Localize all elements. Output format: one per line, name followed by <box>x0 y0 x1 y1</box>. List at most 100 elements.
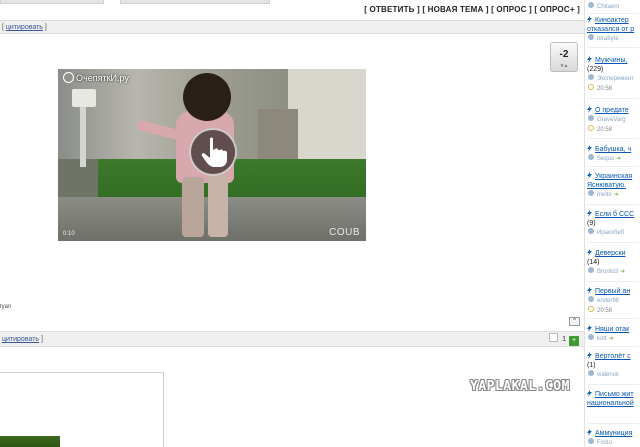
sidebar-item-title-line2[interactable]: отказался от р <box>587 26 634 33</box>
new-topic-link[interactable]: НОВАЯ ТЕМА <box>428 5 484 14</box>
sidebar-item[interactable]: Киноактер отказался от р terabyte <box>585 16 640 44</box>
top-tab-stub <box>120 0 270 4</box>
video-house <box>288 69 366 164</box>
sidebar-item-title[interactable]: Мужчины, <box>595 57 628 64</box>
post-header-bar: цитировать ] <box>0 331 584 347</box>
post-rating-inline: 1 + <box>549 333 579 346</box>
sidebar-item-author[interactable]: Sequs <box>597 156 614 162</box>
video-girl-head <box>183 73 231 121</box>
arrow-right-icon[interactable]: ➜ <box>609 336 614 342</box>
sidebar-item[interactable]: Украинская Яснюватую. melto ➜ <box>585 172 640 200</box>
sidebar-item-title[interactable]: Вертолёт с <box>595 353 631 360</box>
divider <box>587 242 639 243</box>
sidebar-item[interactable]: Аммуниция Fosto <box>585 429 640 447</box>
sidebar-item[interactable]: Мужчины, (229) Эксперемент 20:58 <box>585 56 640 94</box>
arrow-right-icon[interactable]: ➜ <box>614 192 619 198</box>
sidebar-item-title[interactable]: Деверски <box>595 250 626 257</box>
video-channel-logo[interactable]: ОчепяткИ.ру <box>63 72 129 83</box>
sidebar-item-author[interactable]: melto <box>597 192 612 198</box>
lightning-icon <box>587 16 592 23</box>
divider <box>587 166 639 167</box>
sidebar-item-time: 20:58 <box>597 308 613 314</box>
user-icon <box>588 267 594 273</box>
quote-link[interactable]: цитировать <box>6 24 43 31</box>
lightning-icon <box>587 352 592 359</box>
scroll-top-button[interactable]: ^ <box>569 317 580 326</box>
sidebar-item-author[interactable]: kott <box>597 336 607 342</box>
video-door <box>258 109 298 159</box>
divider <box>587 13 639 14</box>
sidebar-item[interactable]: Chitaem <box>585 2 640 12</box>
sidebar-item[interactable]: Первый ан ender98 20:58 <box>585 287 640 316</box>
sidebar-item-author[interactable]: Chitaem <box>597 4 619 10</box>
sidebar-item-author[interactable]: Bronto3 <box>597 269 618 275</box>
sidebar-item-author[interactable]: Эксперемент <box>597 76 634 82</box>
user-icon <box>588 74 594 80</box>
divider <box>587 138 639 139</box>
sidebar-item-title-line2[interactable]: Яснюватую. <box>587 182 626 189</box>
reply-link[interactable]: ОТВЕТИТЬ <box>370 5 415 14</box>
user-icon <box>588 190 594 196</box>
user-icon <box>588 154 594 160</box>
sidebar-item-author[interactable]: ender98 <box>597 298 619 304</box>
sidebar-item-author[interactable]: walenok <box>597 372 619 378</box>
divider <box>587 98 639 99</box>
sidebar-item[interactable]: Деверски (14) Bronto3 ➜ <box>585 249 640 277</box>
user-icon <box>588 2 594 8</box>
coub-video-player[interactable]: ОчепяткИ.ру 0:10 COUB <box>58 69 366 241</box>
poll-link[interactable]: ОПРОС <box>496 5 526 14</box>
post-header-bar: [ цитировать ] <box>0 20 584 34</box>
clock-icon <box>588 125 594 131</box>
lightning-icon <box>587 287 592 294</box>
site-watermark: YAPLAKAL.COM <box>470 379 570 394</box>
divider <box>587 423 639 424</box>
post-rating[interactable]: -2 ▾ ▴ <box>550 42 578 72</box>
video-thumbnail[interactable] <box>0 436 60 447</box>
video-mailbox <box>72 89 96 107</box>
user-icon <box>588 228 594 234</box>
minus-checkbox-icon[interactable] <box>549 333 559 342</box>
sidebar-item-title[interactable]: Аммуниция <box>595 430 632 437</box>
sidebar-item-time: 20:58 <box>597 86 613 92</box>
rating-arrows-icon[interactable]: ▾ ▴ <box>551 63 577 69</box>
poll-plus-link[interactable]: ОПРОС+ <box>540 5 575 14</box>
sidebar-item[interactable]: Няши отак kott ➜ <box>585 325 640 344</box>
sidebar-item-author[interactable]: Fosto <box>597 440 612 446</box>
arrow-right-icon[interactable]: ➜ <box>616 156 621 162</box>
top-tab-stub <box>0 0 104 4</box>
sidebar-item-count: (14) <box>587 259 600 266</box>
sidebar-item-author[interactable]: Иракобеб <box>597 230 624 236</box>
lightning-icon <box>587 325 592 332</box>
sidebar-item-author[interactable]: terabyte <box>597 36 619 42</box>
sidebar-item-count: (1) <box>587 362 596 369</box>
user-icon <box>588 438 594 444</box>
post-author-fragment[interactable]: tyan <box>0 304 11 310</box>
lightning-icon <box>587 106 592 113</box>
sidebar-item-author[interactable]: GraveVarg <box>597 117 626 123</box>
quote-link[interactable]: цитировать <box>2 336 39 343</box>
sidebar-item[interactable]: Если б ССС (9) Иракобеб <box>585 210 640 238</box>
lightning-icon <box>587 249 592 256</box>
plus-button[interactable]: + <box>569 336 579 346</box>
arrow-right-icon[interactable]: ➜ <box>620 269 625 275</box>
lightning-icon <box>587 56 592 63</box>
video-girl-leg <box>208 175 228 237</box>
lightning-icon <box>587 145 592 152</box>
coub-logo[interactable]: COUB <box>329 227 360 238</box>
sidebar-item[interactable]: Вертолёт с (1) walenok <box>585 352 640 380</box>
sidebar-item-title[interactable]: Няши отак <box>595 326 629 333</box>
sidebar-item-title[interactable]: О предате <box>595 107 629 114</box>
sidebar-item-title[interactable]: Киноактер <box>595 17 629 24</box>
play-button[interactable] <box>189 128 237 176</box>
lightning-icon <box>587 172 592 179</box>
sidebar-item-title[interactable]: Если б ССС <box>595 211 634 218</box>
sidebar-item[interactable]: Бабушка, ч Sequs ➜ <box>585 145 640 164</box>
sidebar-item-count: (229) <box>587 66 604 73</box>
sidebar-item-title[interactable]: Первый ан <box>595 288 630 295</box>
video-time: 0:10 <box>63 231 75 237</box>
sidebar-item[interactable]: О предате GraveVarg 20:58 <box>585 106 640 135</box>
sidebar-item-title[interactable]: Бабушка, ч <box>595 146 631 153</box>
sidebar-item-title-line2[interactable]: национальной <box>587 400 634 407</box>
sidebar-item-title[interactable]: Украинская <box>595 173 632 180</box>
lightning-icon <box>587 210 592 217</box>
